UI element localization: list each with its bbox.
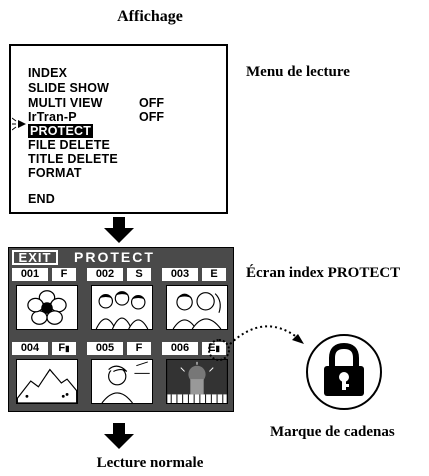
flower-thumbnail bbox=[16, 285, 78, 330]
cityscape-thumbnail bbox=[166, 359, 228, 404]
menu-item-irtran-p[interactable]: IrTran-P bbox=[28, 110, 77, 124]
menu-caption: Menu de lecture bbox=[246, 64, 350, 80]
cell-mode: E bbox=[202, 268, 226, 281]
menu-item-format[interactable]: FORMAT bbox=[28, 166, 82, 180]
cell-number: 003 bbox=[162, 268, 198, 281]
person-thumbnail bbox=[91, 359, 153, 404]
menu-item-title-delete[interactable]: TITLE DELETE bbox=[28, 152, 118, 166]
exit-button[interactable]: EXIT bbox=[12, 250, 58, 265]
cell-number: 002 bbox=[87, 268, 123, 281]
menu-item-file-delete[interactable]: FILE DELETE bbox=[28, 138, 110, 152]
menu-item-end[interactable]: END bbox=[28, 192, 55, 206]
cell-mode: F bbox=[52, 268, 76, 281]
cursor-arrow-icon bbox=[12, 117, 26, 131]
down-arrow-icon bbox=[104, 423, 134, 449]
irtran-p-value: OFF bbox=[139, 110, 164, 124]
cell-number: 001 bbox=[12, 268, 48, 281]
index-cell-002[interactable]: 002 S bbox=[87, 268, 155, 336]
people-group-thumbnail bbox=[91, 285, 153, 330]
callout-arrow-icon bbox=[229, 325, 304, 345]
padlock-icon bbox=[306, 334, 382, 410]
page-heading: Affichage bbox=[117, 8, 183, 25]
cell-number: 004 bbox=[12, 342, 48, 355]
cell-number: 006 bbox=[162, 342, 198, 355]
cell-mode: F bbox=[127, 342, 151, 355]
down-arrow-icon bbox=[104, 217, 134, 243]
screen-title: PROTECT bbox=[74, 249, 155, 265]
multi-view-value: OFF bbox=[139, 96, 164, 110]
couple-thumbnail bbox=[166, 285, 228, 330]
menu-item-multi-view[interactable]: MULTI VIEW bbox=[28, 96, 103, 110]
menu-item-slide-show[interactable]: SLIDE SHOW bbox=[28, 81, 109, 95]
index-screen-caption: Écran index PROTECT bbox=[246, 265, 401, 281]
index-cell-001[interactable]: 001 F bbox=[12, 268, 80, 336]
mountain-thumbnail bbox=[16, 359, 78, 404]
cell-mode: F▮ bbox=[52, 342, 76, 355]
index-cell-005[interactable]: 005 F bbox=[87, 342, 155, 410]
playback-menu: INDEX SLIDE SHOW MULTI VIEW OFF IrTran-P… bbox=[9, 44, 228, 214]
menu-item-protect[interactable]: PROTECT bbox=[28, 124, 94, 138]
protect-index-screen: EXIT PROTECT 001 F 002 S 003 E 004 F▮ 00… bbox=[8, 247, 234, 412]
index-cell-004[interactable]: 004 F▮ bbox=[12, 342, 80, 410]
cell-mode: S bbox=[127, 268, 151, 281]
menu-item-index[interactable]: INDEX bbox=[28, 66, 67, 80]
lock-mark-small-icon: ▮ bbox=[65, 344, 70, 353]
footer-caption: Lecture normale bbox=[96, 455, 204, 471]
cell-number: 005 bbox=[87, 342, 123, 355]
index-cell-003[interactable]: 003 E bbox=[162, 268, 230, 336]
lock-mark-caption: Marque de cadenas bbox=[270, 424, 395, 440]
